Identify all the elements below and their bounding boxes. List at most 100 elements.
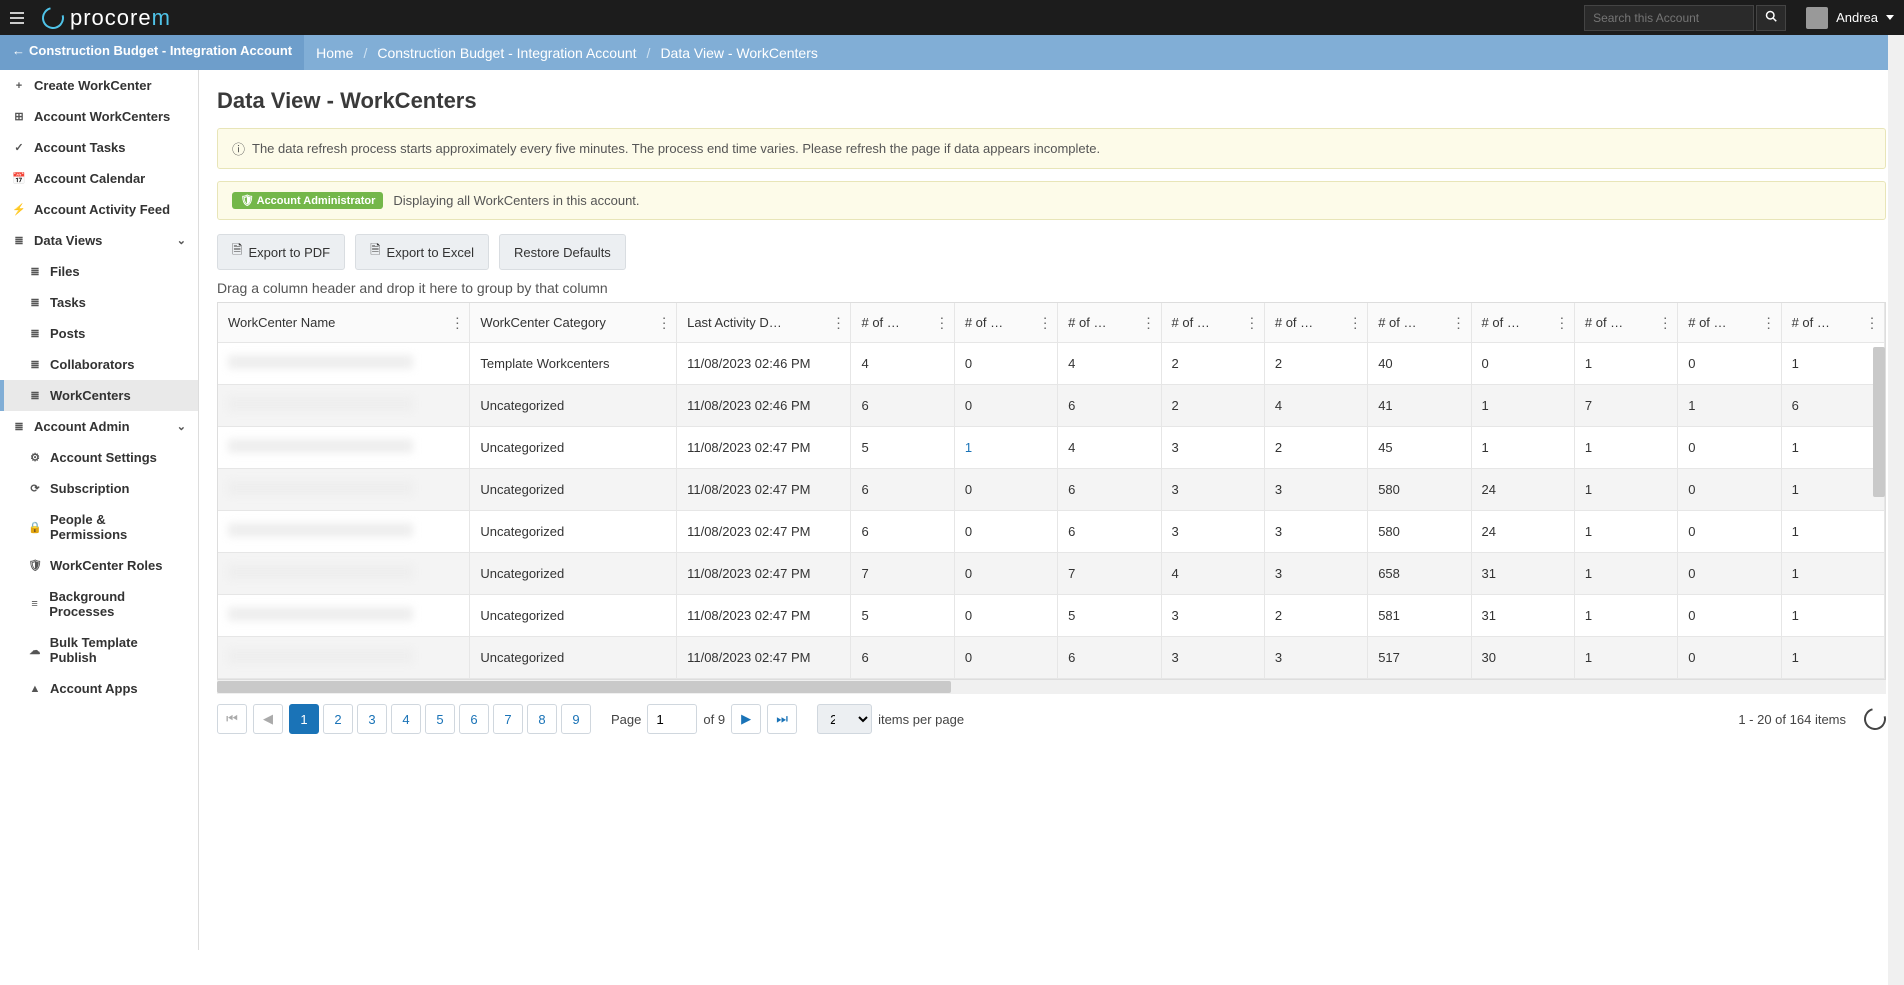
cell-value: 6: [1058, 637, 1161, 679]
export-excel-button[interactable]: 🗎 Export to Excel: [355, 234, 489, 270]
sidebar-item-files[interactable]: ≣Files: [0, 256, 198, 287]
cell-category: Uncategorized: [470, 511, 677, 553]
column-menu-icon[interactable]: ⋮: [1245, 314, 1258, 331]
cell-date: 11/08/2023 02:46 PM: [677, 343, 851, 385]
pager-size-select[interactable]: 20: [817, 704, 872, 734]
pager-page-9[interactable]: 9: [561, 704, 591, 734]
pager-page-7[interactable]: 7: [493, 704, 523, 734]
sidebar-item-account-workcenters[interactable]: ⊞Account WorkCenters: [0, 101, 198, 132]
icon: ▲: [28, 683, 42, 695]
account-label[interactable]: ←Construction Budget - Integration Accou…: [0, 35, 304, 70]
sidebar-item-account-settings[interactable]: ⚙Account Settings: [0, 442, 198, 473]
column-header[interactable]: # of …⋮: [1368, 303, 1471, 343]
sidebar-item-account-calendar[interactable]: 📅Account Calendar: [0, 163, 198, 194]
sidebar-item-workcenters[interactable]: ≣WorkCenters: [0, 380, 198, 411]
column-menu-icon[interactable]: ⋮: [657, 314, 670, 331]
table-row[interactable]: Uncategorized11/08/2023 02:46 PM60624411…: [218, 385, 1885, 427]
column-menu-icon[interactable]: ⋮: [1658, 314, 1671, 331]
column-header[interactable]: # of …⋮: [1574, 303, 1677, 343]
sidebar-item-account-activity-feed[interactable]: ⚡Account Activity Feed: [0, 194, 198, 225]
pager-page-1[interactable]: 1: [289, 704, 319, 734]
column-header[interactable]: WorkCenter Name⋮: [218, 303, 470, 343]
column-header[interactable]: # of …⋮: [1678, 303, 1781, 343]
menu-icon[interactable]: [10, 12, 30, 24]
column-menu-icon[interactable]: ⋮: [1038, 314, 1051, 331]
column-menu-icon[interactable]: ⋮: [1762, 314, 1775, 331]
sidebar-item-account-tasks[interactable]: ✓Account Tasks: [0, 132, 198, 163]
main-content: Data View - WorkCenters ⓘ The data refre…: [199, 70, 1904, 950]
export-pdf-button[interactable]: 🗎 Export to PDF: [217, 234, 345, 270]
pager-next-button[interactable]: ▶: [731, 704, 761, 734]
sidebar-item-bulk-template-publish[interactable]: ☁Bulk Template Publish: [0, 627, 198, 673]
pager-first-button[interactable]: ⏮: [217, 704, 247, 734]
column-menu-icon[interactable]: ⋮: [1348, 314, 1361, 331]
column-menu-icon[interactable]: ⋮: [1555, 314, 1568, 331]
table-row[interactable]: Uncategorized11/08/2023 02:47 PM51432451…: [218, 427, 1885, 469]
horizontal-scrollbar[interactable]: [217, 680, 1886, 694]
column-header[interactable]: # of …⋮: [851, 303, 954, 343]
search-input[interactable]: [1584, 5, 1754, 31]
column-menu-icon[interactable]: ⋮: [450, 314, 463, 331]
pager-page-4[interactable]: 4: [391, 704, 421, 734]
refresh-icon[interactable]: [1860, 704, 1890, 734]
sidebar-item-account-apps[interactable]: ▲Account Apps: [0, 673, 198, 704]
pager-page-input[interactable]: [647, 704, 697, 734]
search-button[interactable]: [1756, 5, 1786, 31]
pager-page-6[interactable]: 6: [459, 704, 489, 734]
cell-value: 31: [1471, 595, 1574, 637]
sidebar-item-collaborators[interactable]: ≣Collaborators: [0, 349, 198, 380]
column-header[interactable]: # of …⋮: [1471, 303, 1574, 343]
table-row[interactable]: Uncategorized11/08/2023 02:47 PM60633517…: [218, 637, 1885, 679]
column-header[interactable]: # of …⋮: [1161, 303, 1264, 343]
column-header[interactable]: Last Activity D…⋮: [677, 303, 851, 343]
vertical-scrollbar[interactable]: [1873, 347, 1885, 497]
sidebar-item-subscription[interactable]: ⟳Subscription: [0, 473, 198, 504]
page-scrollbar[interactable]: [1888, 35, 1904, 985]
restore-defaults-button[interactable]: Restore Defaults: [499, 234, 626, 270]
column-header[interactable]: # of …⋮: [1058, 303, 1161, 343]
breadcrumb-home[interactable]: Home: [316, 45, 353, 61]
cell-value: 1: [1471, 385, 1574, 427]
cell-value: 580: [1368, 469, 1471, 511]
table-row[interactable]: Template Workcenters11/08/2023 02:46 PM4…: [218, 343, 1885, 385]
table-row[interactable]: Uncategorized11/08/2023 02:47 PM70743658…: [218, 553, 1885, 595]
table-row[interactable]: Uncategorized11/08/2023 02:47 PM60633580…: [218, 511, 1885, 553]
table-wrap: WorkCenter Name⋮WorkCenter Category⋮Last…: [217, 302, 1886, 680]
cell-value: 1: [1574, 343, 1677, 385]
cell-value: 0: [1678, 595, 1781, 637]
table-row[interactable]: Uncategorized11/08/2023 02:47 PM50532581…: [218, 595, 1885, 637]
cell-value: 0: [1678, 637, 1781, 679]
table-row[interactable]: Uncategorized11/08/2023 02:47 PM60633580…: [218, 469, 1885, 511]
pager-page-2[interactable]: 2: [323, 704, 353, 734]
pager-page-5[interactable]: 5: [425, 704, 455, 734]
sidebar-item-people-&-permissions[interactable]: 🔒People & Permissions: [0, 504, 198, 550]
info-alert: ⓘ The data refresh process starts approx…: [217, 128, 1886, 169]
icon: ≣: [28, 389, 42, 402]
sidebar-section-data-views[interactable]: ≣Data Views⌄: [0, 225, 198, 256]
column-menu-icon[interactable]: ⋮: [831, 314, 844, 331]
sidebar-item-posts[interactable]: ≣Posts: [0, 318, 198, 349]
sidebar-section-account-admin[interactable]: ≣Account Admin⌄: [0, 411, 198, 442]
column-menu-icon[interactable]: ⋮: [1865, 314, 1878, 331]
sidebar-item-tasks[interactable]: ≣Tasks: [0, 287, 198, 318]
pager-last-button[interactable]: ⏭: [767, 704, 797, 734]
sidebar-item-workcenter-roles[interactable]: 🛡WorkCenter Roles: [0, 550, 198, 581]
column-header[interactable]: # of …⋮: [1781, 303, 1884, 343]
column-menu-icon[interactable]: ⋮: [935, 314, 948, 331]
group-hint[interactable]: Drag a column header and drop it here to…: [217, 280, 1886, 296]
column-menu-icon[interactable]: ⋮: [1142, 314, 1155, 331]
column-header[interactable]: # of …⋮: [954, 303, 1057, 343]
pager-page-8[interactable]: 8: [527, 704, 557, 734]
sidebar-item-background-processes[interactable]: ≡Background Processes: [0, 581, 198, 627]
cell-category: Template Workcenters: [470, 343, 677, 385]
pager-prev-button[interactable]: ◀: [253, 704, 283, 734]
column-header[interactable]: WorkCenter Category⋮: [470, 303, 677, 343]
sidebar-item-create-workcenter[interactable]: +Create WorkCenter: [0, 70, 198, 101]
user-menu[interactable]: Andrea: [1806, 7, 1894, 29]
pager-page-3[interactable]: 3: [357, 704, 387, 734]
column-menu-icon[interactable]: ⋮: [1452, 314, 1465, 331]
pager: ⏮ ◀ 123456789 Page of 9 ▶ ⏭ 20 items per…: [217, 694, 1886, 744]
breadcrumb-account[interactable]: Construction Budget - Integration Accoun…: [377, 45, 636, 61]
column-header[interactable]: # of …⋮: [1264, 303, 1367, 343]
icon: ⊞: [12, 110, 26, 123]
